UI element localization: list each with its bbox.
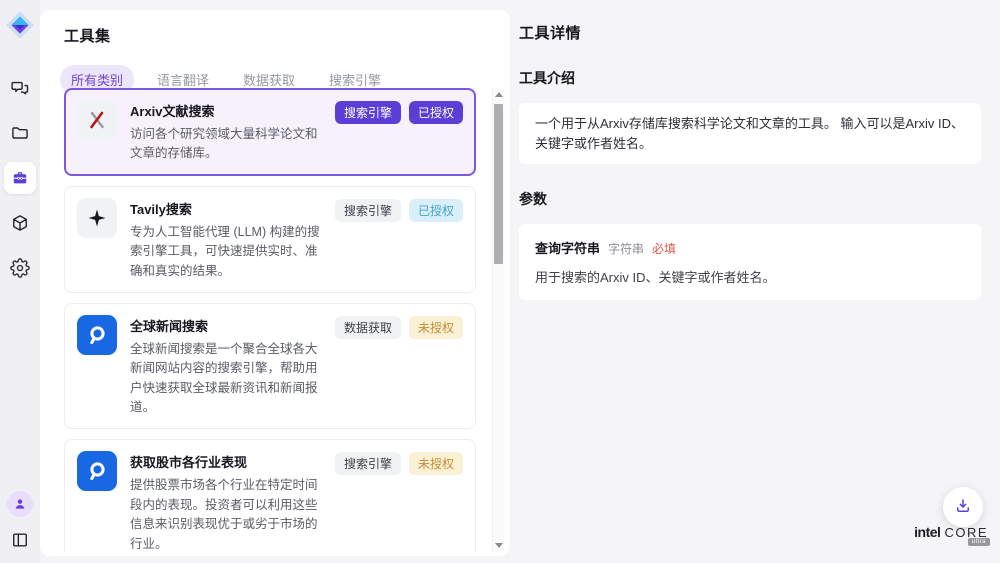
intro-text: 一个用于从Arxiv存储库搜索科学论文和文章的工具。 输入可以是Arxiv ID… [535, 116, 964, 151]
intro-card: 一个用于从Arxiv存储库搜索科学论文和文章的工具。 输入可以是Arxiv ID… [519, 103, 981, 164]
chat-icon[interactable] [4, 72, 36, 104]
param-card: 查询字符串 字符串 必填 用于搜索的Arxiv ID、关键字或作者姓名。 [519, 224, 981, 300]
gear-icon[interactable] [4, 252, 36, 284]
tool-card[interactable]: Tavily搜索专为人工智能代理 (LLM) 构建的搜索引擎工具，可快速提供实时… [64, 186, 476, 293]
scrollbar-down-arrow[interactable] [495, 543, 503, 548]
tool-text: 获取股市各行业表现提供股票市场各个行业在特定时间段内的表现。投资者可以利用这些信… [130, 451, 322, 552]
tool-list-scrollbar[interactable] [492, 88, 504, 552]
auth-badge: 已授权 [409, 101, 463, 124]
tool-text: Arxiv文献搜索访问各个研究领域大量科学论文和文章的存储库。 [130, 100, 322, 164]
tool-badges: 数据获取未授权 [335, 315, 463, 418]
qlogo-logo-icon [77, 451, 117, 491]
param-head: 查询字符串 字符串 必填 [535, 238, 965, 257]
user-avatar-icon[interactable] [7, 491, 33, 517]
tool-card[interactable]: 全球新闻搜索全球新闻搜索是一个聚合全球各大新闻网站内容的搜索引擎，帮助用户快速获… [64, 303, 476, 430]
arxiv-logo-icon [77, 100, 117, 140]
tool-description: 专为人工智能代理 (LLM) 构建的搜索引擎工具，可快速提供实时、准确和真实的结… [130, 223, 322, 281]
tool-name: 获取股市各行业表现 [130, 452, 322, 471]
param-required-flag: 必填 [652, 240, 676, 257]
intel-wordmark: intel [914, 524, 940, 540]
auth-badge: 未授权 [409, 316, 463, 339]
auth-badge: 已授权 [409, 199, 463, 222]
tool-text: 全球新闻搜索全球新闻搜索是一个聚合全球各大新闻网站内容的搜索引擎，帮助用户快速获… [130, 315, 322, 418]
folder-icon[interactable] [4, 117, 36, 149]
params-heading: 参数 [519, 189, 981, 209]
app-logo [5, 10, 35, 40]
tavily-logo-icon [77, 198, 117, 238]
scrollbar-thumb[interactable] [494, 104, 503, 264]
auth-badge: 未授权 [409, 452, 463, 475]
tools-panel: 工具集 所有类别语言翻译数据获取搜索引擎 Arxiv文献搜索访问各个研究领域大量… [40, 10, 510, 556]
param-type: 字符串 [608, 240, 644, 257]
tool-description: 全球新闻搜索是一个聚合全球各大新闻网站内容的搜索引擎，帮助用户快速获取全球最新资… [130, 340, 322, 418]
tool-badges: 搜索引擎已授权 [335, 100, 463, 164]
param-description: 用于搜索的Arxiv ID、关键字或作者姓名。 [535, 267, 965, 286]
download-icon [954, 497, 972, 518]
sidebar [0, 0, 40, 563]
category-badge: 数据获取 [335, 316, 401, 339]
details-title: 工具详情 [519, 22, 981, 43]
sidebar-bottom [7, 491, 33, 553]
qlogo-logo-icon [77, 315, 117, 355]
sidebar-nav [4, 72, 36, 284]
category-badge: 搜索引擎 [335, 101, 401, 124]
category-badge: 搜索引擎 [335, 199, 401, 222]
tool-name: Arxiv文献搜索 [130, 101, 322, 120]
tools-panel-title: 工具集 [40, 10, 510, 46]
tool-badges: 搜索引擎已授权 [335, 198, 463, 281]
tool-description: 提供股票市场各个行业在特定时间段内的表现。投资者可以利用这些信息来识别表现优于或… [130, 476, 322, 552]
tool-badges: 搜索引擎未授权 [335, 451, 463, 552]
intel-core-logo: intel CORE ultra [914, 524, 988, 542]
intro-heading: 工具介绍 [519, 68, 981, 88]
tool-text: Tavily搜索专为人工智能代理 (LLM) 构建的搜索引擎工具，可快速提供实时… [130, 198, 322, 281]
param-name: 查询字符串 [535, 238, 600, 257]
toolbox-icon[interactable] [4, 162, 36, 194]
tool-card[interactable]: 获取股市各行业表现提供股票市场各个行业在特定时间段内的表现。投资者可以利用这些信… [64, 439, 476, 552]
cube-icon[interactable] [4, 207, 36, 239]
tool-name: Tavily搜索 [130, 199, 322, 218]
tool-card[interactable]: Arxiv文献搜索访问各个研究领域大量科学论文和文章的存储库。搜索引擎已授权 [64, 88, 476, 176]
ultra-badge: ultra [968, 538, 990, 546]
tool-description: 访问各个研究领域大量科学论文和文章的存储库。 [130, 125, 322, 164]
tool-name: 全球新闻搜索 [130, 316, 322, 335]
scrollbar-up-arrow[interactable] [495, 92, 503, 97]
download-button[interactable] [943, 487, 983, 527]
tool-details-panel: 工具详情 工具介绍 一个用于从Arxiv存储库搜索科学论文和文章的工具。 输入可… [510, 0, 1000, 563]
panel-toggle-icon[interactable] [7, 527, 33, 553]
category-badge: 搜索引擎 [335, 452, 401, 475]
tool-list: Arxiv文献搜索访问各个研究领域大量科学论文和文章的存储库。搜索引擎已授权 T… [64, 88, 476, 552]
